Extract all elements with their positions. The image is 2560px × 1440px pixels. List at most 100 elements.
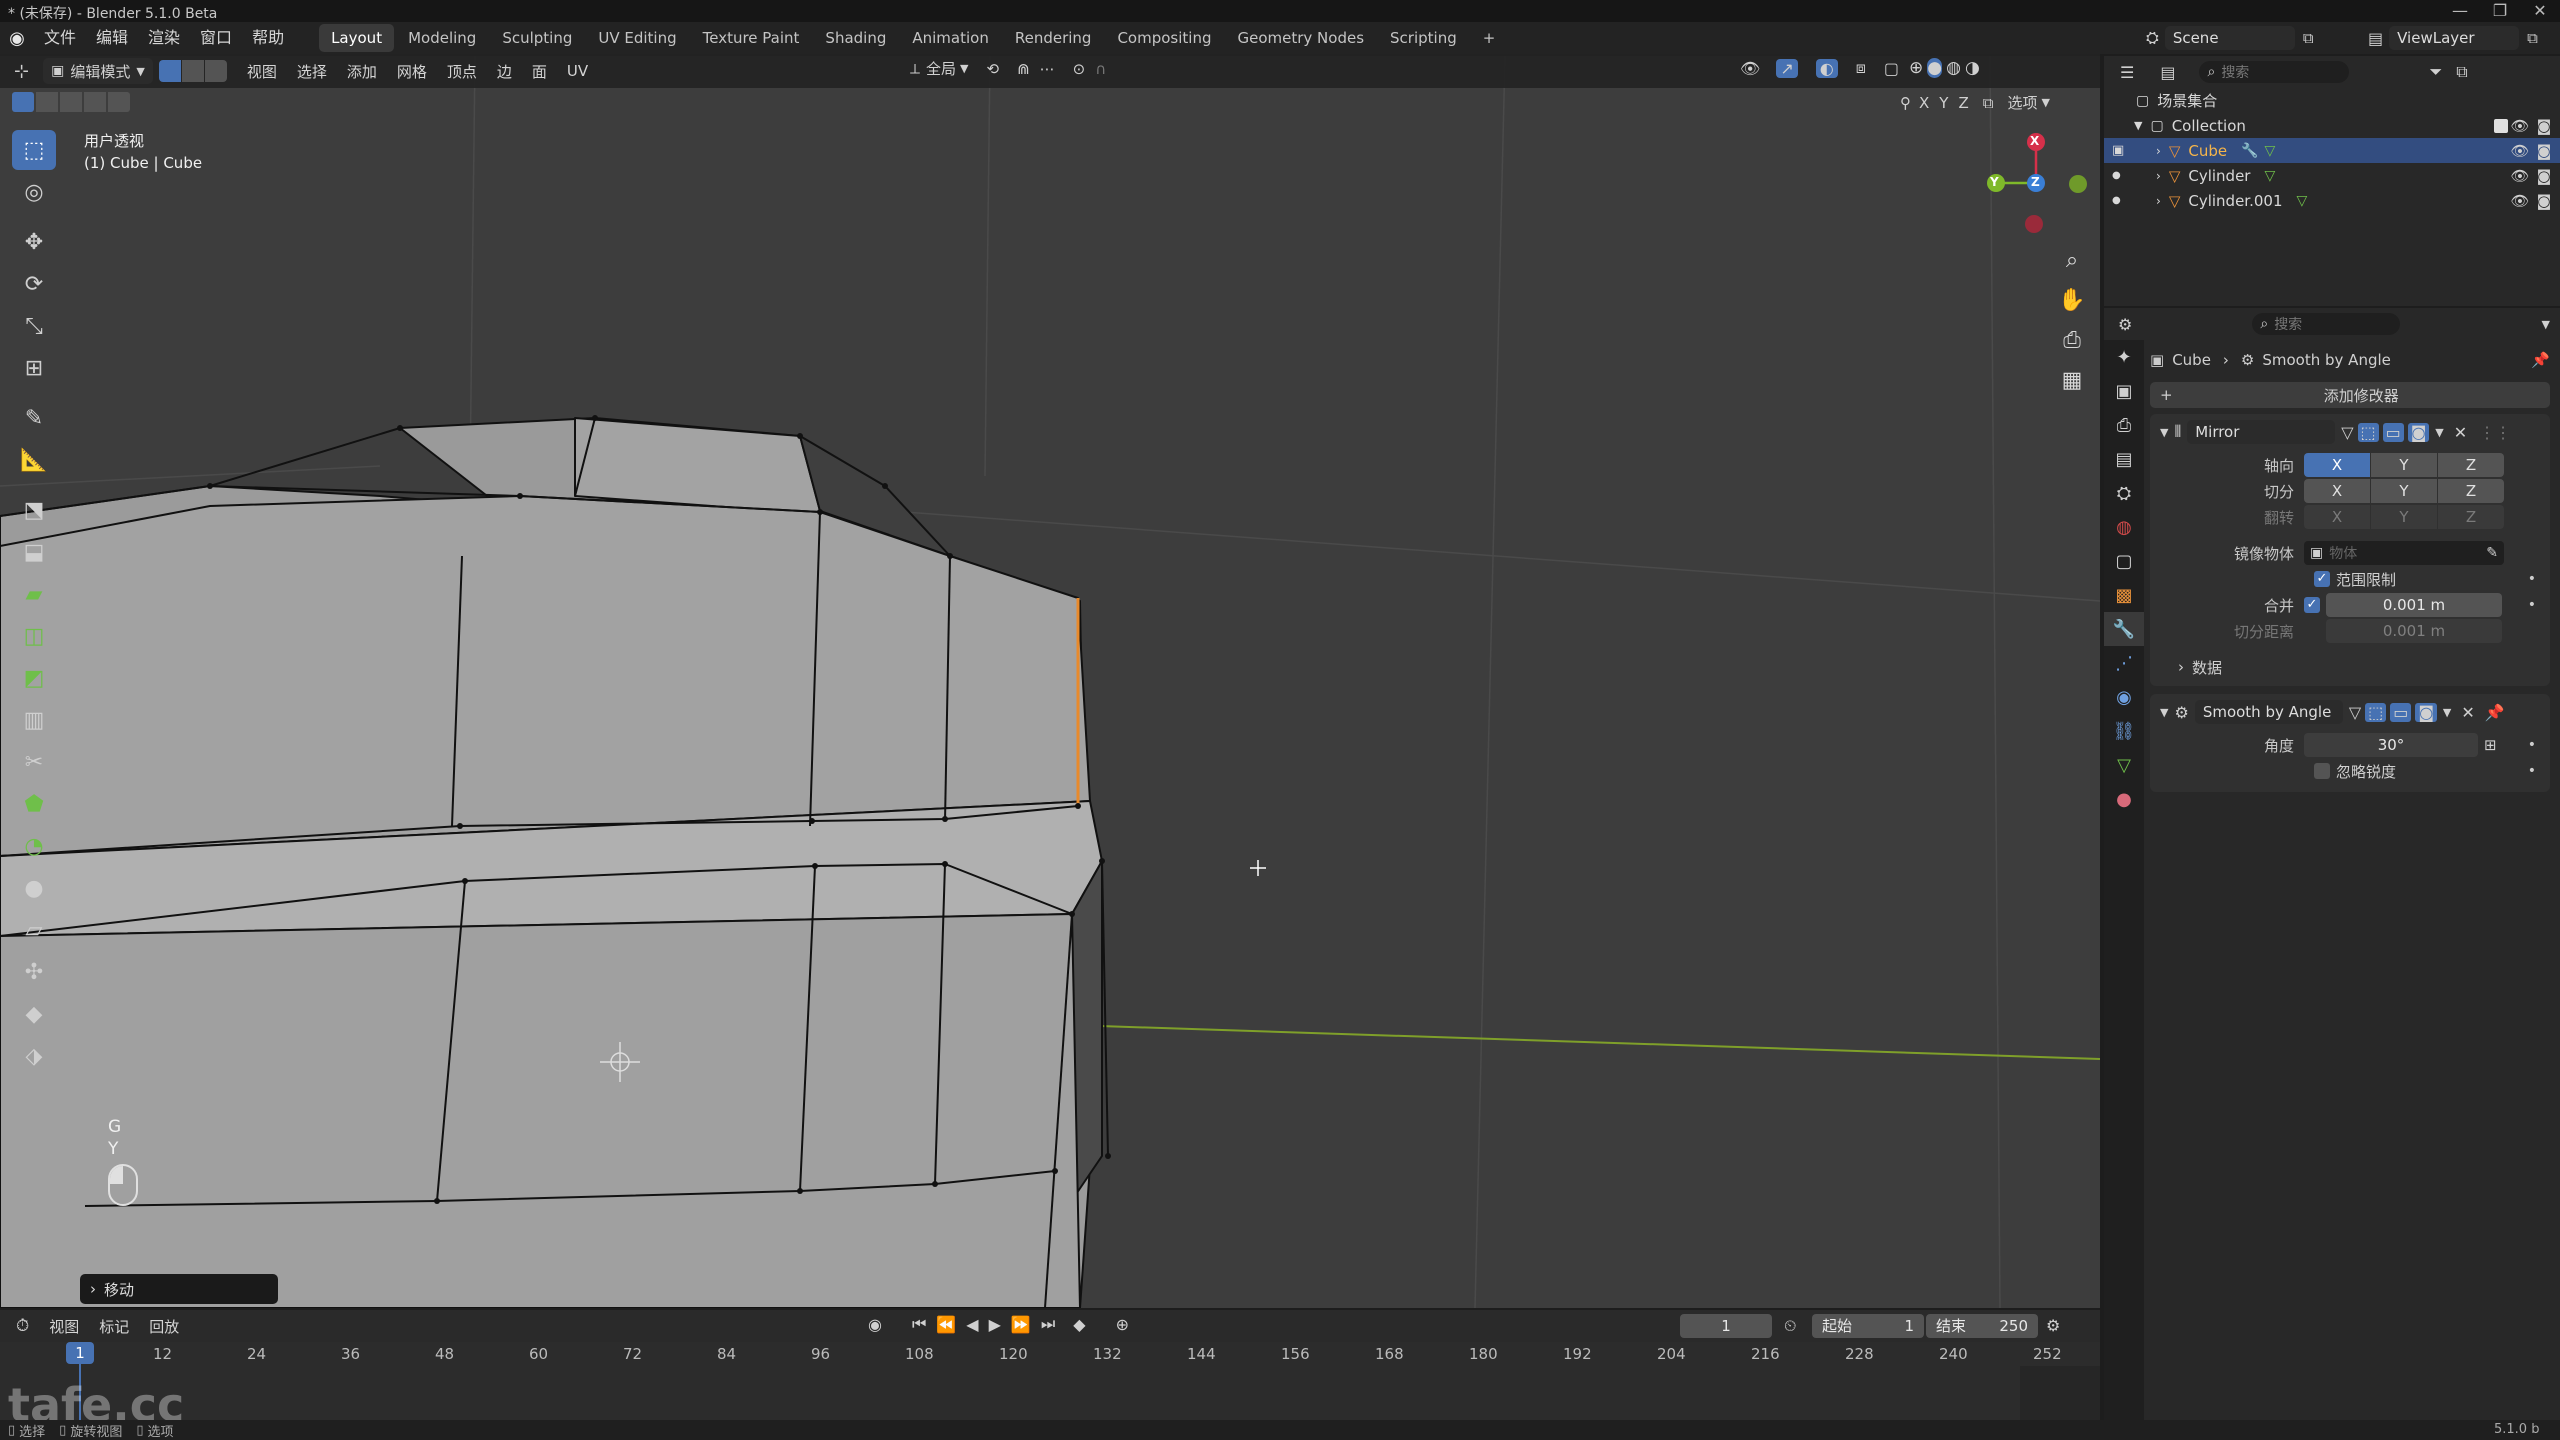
menu-view[interactable]: 视图 [237, 61, 287, 82]
keyframe-dot-icon[interactable]: • [2528, 737, 2536, 753]
3d-viewport[interactable]: X Y Z 用户透视 (1) Cube | Cube G Y › 移动 ⌕ ✋ … [0, 56, 2100, 1308]
clipping-checkbox[interactable]: ✓ [2314, 571, 2330, 587]
pivot-icon[interactable]: ⟲ [987, 60, 1000, 78]
outliner-editor-icon[interactable]: ☰ [2120, 63, 2134, 82]
data-subpanel-header[interactable]: › 数据 [2154, 654, 2546, 680]
bisect-z-button[interactable]: Z [2438, 479, 2504, 503]
mirror-axis-y[interactable]: Y [1939, 94, 1948, 112]
eye-icon[interactable]: 👁 [2508, 142, 2532, 160]
new-scene-icon[interactable]: ⧉ [2303, 29, 2314, 47]
chevron-right-icon[interactable]: › [2156, 169, 2161, 183]
bisect-x-button[interactable]: X [2304, 479, 2370, 503]
eye-icon[interactable]: 👁 [2508, 192, 2532, 210]
record-icon[interactable]: ◉ [868, 1315, 882, 1334]
rendered-shading-icon[interactable]: ◑ [1965, 58, 1980, 78]
end-frame-field[interactable]: 结束 250 [1926, 1314, 2038, 1338]
scene-collection-row[interactable]: ▢ 场景集合 [2104, 88, 2560, 113]
sync-icon[interactable]: ⚙ [2046, 1316, 2060, 1335]
maximize-icon[interactable]: ❐ [2480, 1, 2520, 20]
rip-region-tool-icon[interactable]: ⬗ [12, 1036, 56, 1076]
tool-tab-icon[interactable]: ✦ [2104, 340, 2144, 374]
material-tab-icon[interactable]: ● [2104, 782, 2144, 816]
menu-window[interactable]: 窗口 [190, 22, 242, 54]
viewport-toggle-icon[interactable]: ▭ [2382, 422, 2404, 442]
shear-tool-icon[interactable]: ◆ [12, 994, 56, 1034]
properties-editor-icon[interactable]: ⚙ [2118, 315, 2132, 334]
select-difference-icon[interactable] [108, 92, 130, 112]
chevron-down-icon[interactable]: ▼ [2160, 426, 2168, 439]
menu-render[interactable]: 渲染 [138, 22, 190, 54]
render-camera-icon[interactable]: ◙ [2532, 192, 2556, 210]
falloff-icon[interactable]: ∩ [1095, 60, 1106, 78]
constraints-tab-icon[interactable]: ⛓ [2104, 714, 2144, 748]
spin-tool-icon[interactable]: ◔ [12, 826, 56, 866]
menu-help[interactable]: 帮助 [242, 22, 294, 54]
eye-icon[interactable]: 👁 [2508, 117, 2532, 135]
keyframe-dot-icon[interactable]: • [2528, 571, 2536, 587]
merge-checkbox[interactable]: ✓ [2304, 597, 2320, 613]
scale-tool-icon[interactable]: ⤡ [12, 306, 56, 346]
menu-face[interactable]: 面 [522, 61, 557, 82]
mesh-data-icon[interactable]: ▽ [2265, 143, 2276, 159]
rotate-tool-icon[interactable]: ⟳ [12, 264, 56, 304]
exclude-checkbox-icon[interactable] [2494, 118, 2508, 133]
mesh-data-icon[interactable]: ▽ [2297, 193, 2308, 209]
select-box-tool-icon[interactable]: ⬚ [12, 130, 56, 170]
timeline-editor-icon[interactable]: ⏱ [16, 1316, 29, 1336]
options-dropdown[interactable]: 选项 [2007, 92, 2037, 113]
overlay-toggle-icon[interactable]: ◐ [1815, 58, 1838, 78]
mirror-axis-z-button[interactable]: Z [2438, 453, 2504, 477]
eyedropper-icon[interactable]: ✎ [2486, 545, 2498, 561]
tab-rendering[interactable]: Rendering [1003, 24, 1104, 52]
inset-faces-tool-icon[interactable]: ◫ [12, 616, 56, 656]
scene-selector[interactable]: ⛭ Scene ⧉ [2146, 26, 2314, 50]
poly-build-tool-icon[interactable]: ⬟ [12, 784, 56, 824]
material-shading-icon[interactable]: ◍ [1946, 58, 1961, 78]
add-workspace-button[interactable]: + [1471, 24, 1508, 52]
new-collection-icon[interactable]: ⧉ [2456, 62, 2467, 82]
chevron-down-icon[interactable]: ▼ [2443, 706, 2451, 719]
shrink-fatten-tool-icon[interactable]: ✣ [12, 952, 56, 992]
menu-file[interactable]: 文件 [34, 22, 86, 54]
modifier-wrench-icon[interactable]: 🔧 [2241, 143, 2258, 159]
knife-tool-icon[interactable]: ✂ [12, 742, 56, 782]
visibility-icon[interactable]: 👁 [1740, 59, 1760, 78]
render-camera-icon[interactable]: ◙ [2532, 117, 2556, 135]
timeline-menu-marker[interactable]: 标记 [89, 1316, 139, 1337]
menu-add[interactable]: 添加 [337, 61, 387, 82]
close-icon[interactable]: ✕ [2520, 1, 2560, 20]
chevron-down-icon[interactable]: ▼ [2134, 119, 2142, 132]
flip-x-button[interactable]: X [2304, 505, 2370, 529]
blender-logo-icon[interactable]: ◉ [0, 28, 34, 49]
select-subtract-icon[interactable] [60, 92, 82, 112]
editor-type-icon[interactable]: ⊹ [14, 61, 29, 82]
auto-merge-icon[interactable]: ⧉ [1983, 94, 1994, 112]
jump-start-icon[interactable]: ⏮ [912, 1314, 926, 1334]
edit-mode-toggle-icon[interactable]: ⬚ [2357, 422, 2379, 442]
prev-keyframe-icon[interactable]: ⏪ [936, 1315, 956, 1334]
edit-cage-icon[interactable]: ▽ [2341, 423, 2353, 442]
edit-mode-toggle-icon[interactable]: ⬚ [2365, 702, 2387, 722]
node-socket-icon[interactable]: ⊞ [2484, 736, 2497, 754]
outliner-search[interactable]: ⌕ 搜索 [2199, 61, 2350, 83]
display-mode-icon[interactable]: ▤ [2160, 63, 2175, 82]
select-intersect-icon[interactable] [84, 92, 106, 112]
keyframe-dot-icon[interactable]: • [2528, 597, 2536, 613]
tab-scripting[interactable]: Scripting [1378, 24, 1469, 52]
chevron-right-icon[interactable]: › [2156, 144, 2161, 158]
chevron-down-icon[interactable]: ▼ [2542, 318, 2550, 331]
wireframe-shading-icon[interactable]: ⊕ [1909, 58, 1923, 78]
render-toggle-icon[interactable]: ◙ [2407, 422, 2430, 442]
play-reverse-icon[interactable]: ◀ [966, 1315, 978, 1334]
edge-slide-tool-icon[interactable]: ▱ [12, 910, 56, 950]
menu-edit[interactable]: 编辑 [86, 22, 138, 54]
view-layer-tab-icon[interactable]: ▤ [2104, 442, 2144, 476]
extrude-region-tool-icon[interactable]: ⬓ [12, 532, 56, 572]
mirror-object-field[interactable]: ▣ 物体 ✎ [2304, 541, 2504, 565]
tab-compositing[interactable]: Compositing [1105, 24, 1223, 52]
merge-distance-field[interactable]: 0.001 m [2326, 593, 2502, 617]
pan-hand-icon[interactable]: ✋ [2054, 282, 2090, 318]
mirror-axis-y-button[interactable]: Y [2371, 453, 2437, 477]
mesh-data-icon[interactable]: ▽ [2264, 168, 2275, 184]
flip-y-button[interactable]: Y [2371, 505, 2437, 529]
